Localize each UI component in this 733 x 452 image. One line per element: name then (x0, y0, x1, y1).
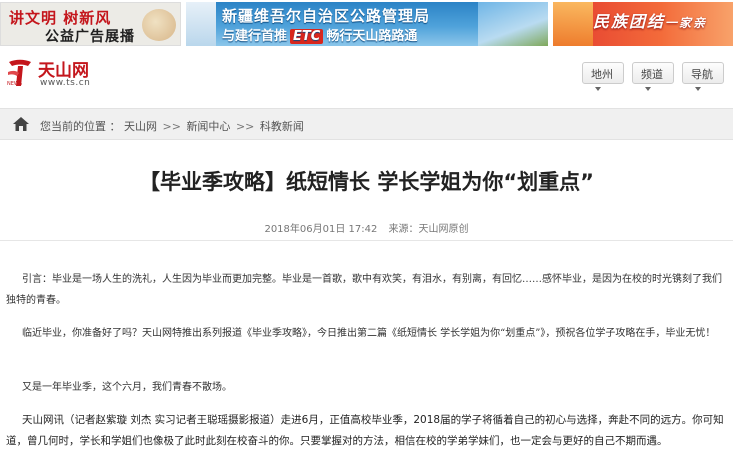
breadcrumb-trail: 您当前的位置 ： 天山网 >> 新闻中心 >> 科教新闻 (40, 118, 304, 134)
article-datetime: 2018年06月01日 17:42 (264, 224, 378, 235)
breadcrumb-prefix: 您当前的位置 ： (40, 120, 121, 133)
banner-unity-image (553, 2, 593, 46)
banner-decoration-icon (142, 9, 176, 41)
banner-civilization-ad[interactable]: 讲文明 树新风 公益广告展播 (0, 2, 181, 46)
breadcrumb-separator: >> (235, 120, 255, 133)
banner-etc-left-image (186, 2, 216, 46)
banner-civilization-line1: 讲文明 树新风 (9, 9, 112, 27)
banner-unity-ad[interactable]: 民族团结一家亲 (553, 2, 733, 46)
breadcrumb-item-sci-edu-news[interactable]: 科教新闻 (260, 120, 304, 133)
banner-etc-line2: 与建行首推 ETC 畅行天山路路通 (222, 29, 418, 44)
chevron-down-icon (595, 87, 601, 91)
chevron-down-icon (695, 87, 701, 91)
banner-civilization-line2: 公益广告展播 (45, 29, 135, 45)
nav-region-label: 地州 (591, 68, 613, 81)
banner-row: 讲文明 树新风 公益广告展播 新疆维吾尔自治区公路管理局 与建行首推 ETC 畅行天… (0, 0, 733, 48)
home-icon[interactable] (13, 117, 29, 131)
banner-etc-road-image (478, 2, 548, 46)
breadcrumb: 您当前的位置 ： 天山网 >> 新闻中心 >> 科教新闻 (0, 108, 733, 140)
logo-mark-icon: NEWS (7, 59, 31, 87)
article-title: 【毕业季攻略】纸短情长 学长学姐为你“划重点” (139, 170, 594, 194)
nav-region-dropdown[interactable]: 地州 (582, 62, 624, 91)
title-divider (0, 240, 733, 241)
article-source: 来源：天山网原创 (388, 224, 469, 235)
chevron-down-icon (645, 87, 651, 91)
article-paragraph-lead: 天山网讯（记者赵紫璇 刘杰 实习记者王聪瑶摄影报道）走进6月，正值高校毕业季，2… (6, 414, 724, 447)
banner-etc-line1: 新疆维吾尔自治区公路管理局 (222, 7, 431, 25)
breadcrumb-item-news-center[interactable]: 新闻中心 (186, 120, 230, 133)
article-paragraph-series: 临近毕业，你准备好了吗？天山网特推出系列报道《毕业季攻略》，今日推出第二篇《纸短… (22, 328, 716, 339)
nav-guide-dropdown[interactable]: 导航 (682, 62, 724, 91)
breadcrumb-item-tianshan[interactable]: 天山网 (124, 120, 157, 133)
banner-etc-ad[interactable]: 新疆维吾尔自治区公路管理局 与建行首推 ETC 畅行天山路路通 (186, 2, 548, 46)
logo-url: www.ts.cn (40, 78, 91, 88)
breadcrumb-separator: >> (162, 120, 181, 133)
article-meta: 2018年06月01日 17:42 来源：天山网原创 (0, 220, 733, 235)
nav-channel-label: 频道 (641, 68, 663, 81)
svg-text:NEWS: NEWS (7, 81, 22, 87)
banner-unity-text: 民族团结一家亲 (593, 12, 708, 31)
article-paragraph-june: 又是一年毕业季，这个六月，我们青春不散场。 (22, 382, 232, 393)
nav-channel-dropdown[interactable]: 频道 (632, 62, 674, 91)
nav-guide-label: 导航 (691, 68, 713, 81)
article-paragraph-intro: 引言：毕业是一场人生的洗礼，人生因为毕业而更加完整。毕业是一首歌，歌中有欢笑，有… (6, 274, 722, 306)
site-logo[interactable]: NEWS 天山网 www.ts.cn (6, 56, 116, 92)
etc-badge: ETC (290, 29, 324, 44)
site-header: NEWS 天山网 www.ts.cn 地州 频道 导航 (0, 50, 733, 98)
